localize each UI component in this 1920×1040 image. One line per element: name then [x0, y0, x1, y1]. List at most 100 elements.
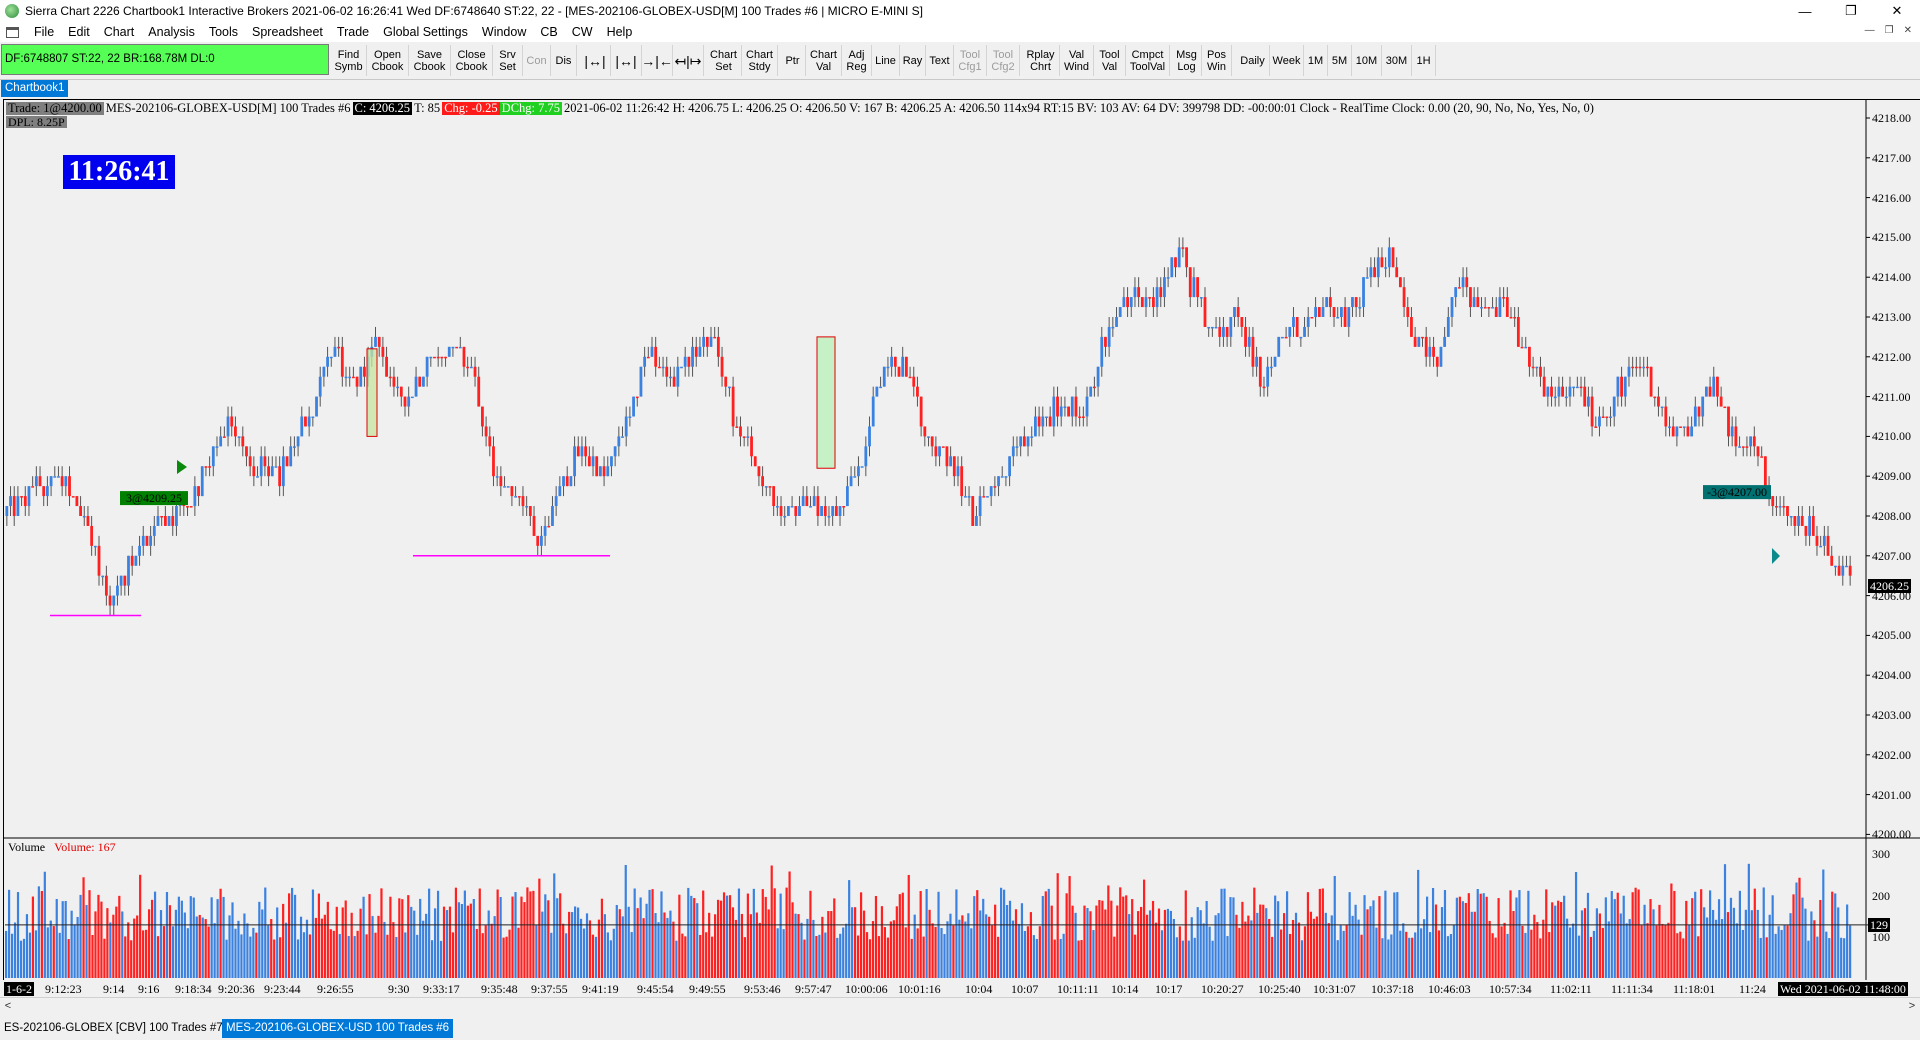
candle-body: [156, 516, 160, 526]
volume-bar: [630, 932, 633, 978]
volume-bar: [1080, 940, 1083, 978]
time-tick-label: 9:23:44: [264, 982, 301, 996]
volume-bar: [1312, 918, 1315, 978]
volume-bar: [1610, 891, 1613, 978]
highlight-box: [366, 348, 378, 437]
candle-body: [193, 486, 197, 507]
volume-bar: [711, 936, 714, 978]
volume-bar: [1637, 889, 1640, 978]
volume-bar: [359, 908, 362, 978]
volume-bar: [708, 912, 711, 978]
candle-body: [1222, 326, 1225, 337]
volume-bar: [124, 936, 127, 978]
volume-bar: [195, 916, 198, 978]
volume-bar: [1673, 890, 1676, 978]
volume-bar: [1297, 922, 1301, 978]
candle-body: [1450, 297, 1454, 317]
horizontal-scrollbar[interactable]: < >: [0, 997, 1920, 1015]
scroll-right-icon[interactable]: >: [1904, 998, 1920, 1015]
candle-body: [790, 506, 794, 508]
volume-bar: [1747, 863, 1750, 978]
price-tick-label: 4213.00: [1872, 310, 1911, 324]
candle-body: [1793, 516, 1797, 526]
volume-bar: [934, 926, 937, 978]
volume-bar: [419, 898, 422, 978]
candle-body: [1310, 317, 1314, 319]
candle-body: [1800, 516, 1804, 526]
volume-bar: [1137, 911, 1140, 978]
volume-bar: [1056, 873, 1059, 978]
candle-body: [473, 366, 477, 377]
volume-bar: [740, 913, 744, 978]
time-axis: 1-6-2 9:12:23 9:14 9:16 9:18:34 9:20:36 9:23:4…: [3, 981, 1920, 997]
volume-bar: [150, 899, 154, 978]
candle-body: [624, 416, 628, 437]
candle-body: [71, 496, 75, 498]
volume-bar: [859, 892, 863, 978]
tab-es-chart[interactable]: ES-202106-GLOBEX [CBV] 100 Trades #7: [0, 1019, 227, 1038]
volume-bar: [1607, 921, 1610, 978]
volume-bar: [174, 909, 178, 978]
candle-body: [256, 476, 259, 478]
volume-bar: [1122, 896, 1125, 978]
volume-bar: [520, 896, 523, 978]
candle-body: [1498, 297, 1502, 317]
candle-body: [565, 476, 569, 487]
volume-bar: [886, 937, 889, 978]
candle-body: [1126, 297, 1129, 308]
volume-bar: [1241, 901, 1244, 978]
volume-bar: [1720, 919, 1724, 978]
volume-bar: [868, 939, 872, 978]
candle-body: [1340, 307, 1343, 317]
volume-bar: [1250, 920, 1253, 978]
volume-bar: [851, 907, 854, 978]
candle-body: [97, 545, 101, 576]
candle-body: [311, 416, 315, 418]
candle-body: [676, 366, 680, 387]
candle-body: [337, 346, 341, 349]
candle-body: [451, 346, 455, 349]
volume-bar: [541, 911, 544, 978]
volume-bar: [142, 930, 145, 978]
candle-body: [610, 456, 613, 467]
volume-bar: [1521, 925, 1524, 978]
candle-body: [606, 466, 610, 477]
volume-bar: [571, 912, 574, 978]
volume-bar: [282, 903, 285, 978]
volume-bar: [538, 878, 541, 978]
volume-bar: [1193, 937, 1196, 978]
volume-bar: [615, 904, 618, 978]
volume-bar: [344, 900, 347, 978]
candle-body: [1815, 535, 1819, 546]
volume-bar: [1646, 923, 1649, 978]
candle-body: [687, 356, 691, 367]
volume-title: Volume: [8, 840, 46, 854]
candle-body: [145, 535, 149, 546]
candle-body: [1258, 356, 1262, 387]
volume-bar: [70, 910, 73, 978]
candle-body: [278, 466, 282, 487]
candle-body: [141, 535, 145, 546]
candle-body: [1439, 346, 1443, 367]
volume-bar: [1110, 900, 1113, 978]
volume-bar: [1840, 937, 1843, 978]
candle-body: [440, 356, 444, 359]
volume-bar: [1497, 898, 1500, 978]
candle-body: [713, 336, 717, 339]
scroll-left-icon[interactable]: <: [0, 998, 16, 1015]
candle-body: [1649, 366, 1653, 397]
candle-body: [495, 476, 499, 478]
volume-bar: [165, 891, 169, 978]
tab-mes-chart[interactable]: MES-202106-GLOBEX-USD 100 Trades #6: [222, 1019, 454, 1038]
candle-body: [1214, 326, 1218, 329]
volume-bar: [1503, 922, 1506, 978]
volume-bar: [413, 910, 416, 978]
volume-bar: [749, 914, 752, 978]
candle-body: [1594, 426, 1598, 428]
volume-bar: [955, 889, 958, 978]
volume-bar: [639, 897, 642, 978]
volume-bar: [121, 911, 124, 978]
candle-body: [1369, 267, 1373, 278]
header-dchg: DChg: 7.75: [499, 101, 563, 115]
candle-body: [1531, 366, 1535, 369]
